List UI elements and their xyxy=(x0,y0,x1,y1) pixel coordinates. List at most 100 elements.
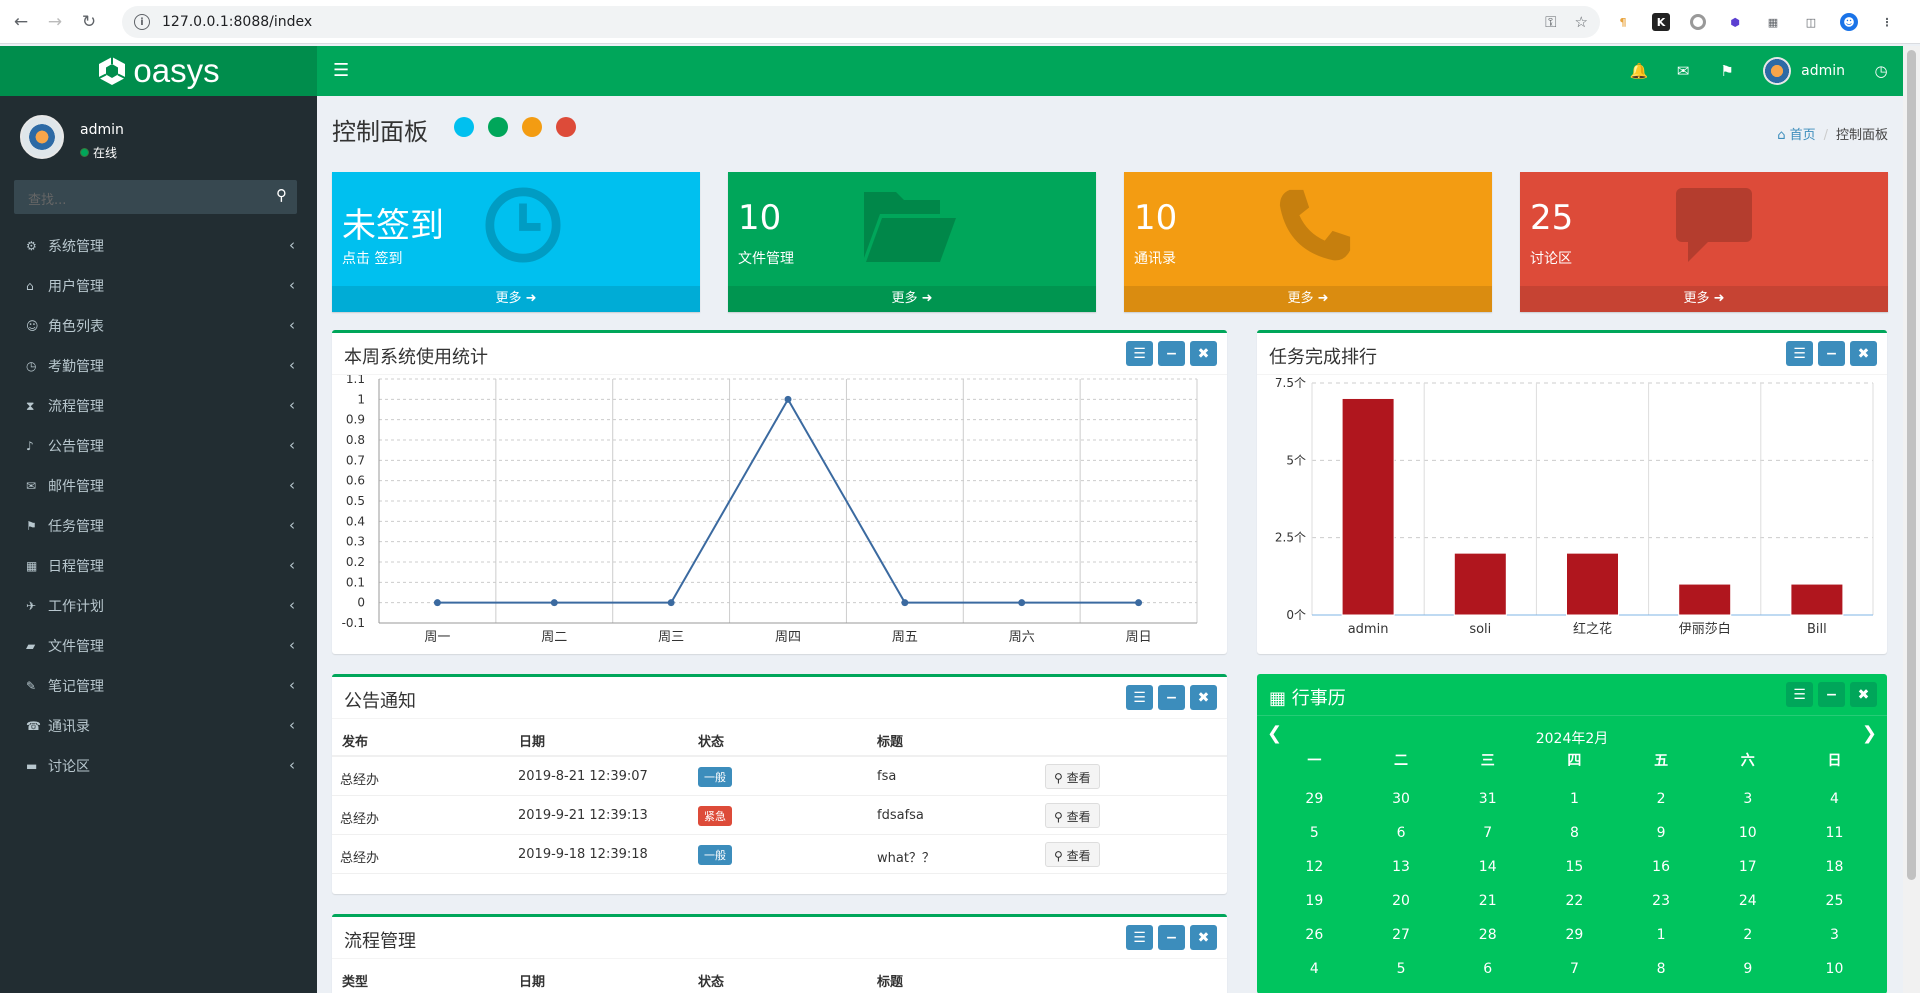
sidebar-item-8[interactable]: ▦ 日程管理 ‹ xyxy=(0,546,317,586)
calendar-day[interactable]: 21 xyxy=(1444,884,1531,918)
close-icon[interactable]: ✖ xyxy=(1190,685,1217,710)
menu-dots-icon[interactable]: ⋮ xyxy=(1878,13,1896,31)
user-menu[interactable]: admin xyxy=(1749,57,1859,85)
theme-color-dot[interactable] xyxy=(454,117,474,137)
menu-icon[interactable]: ☰ xyxy=(1126,925,1153,950)
calendar-month[interactable]: 2024年2月 xyxy=(1257,728,1887,748)
scrollbar-thumb[interactable] xyxy=(1907,50,1916,880)
envelope-icon[interactable]: ✉ xyxy=(1661,62,1705,80)
calendar-day[interactable]: 1 xyxy=(1618,918,1705,952)
extension-k-icon[interactable]: K xyxy=(1652,13,1670,31)
minimize-icon[interactable]: − xyxy=(1818,682,1845,707)
menu-icon[interactable]: ☰ xyxy=(1126,685,1153,710)
calendar-day[interactable]: 31 xyxy=(1444,782,1531,816)
calendar-day[interactable]: 18 xyxy=(1791,850,1878,884)
sidebar-item-5[interactable]: ♪ 公告管理 ‹ xyxy=(0,426,317,466)
minimize-icon[interactable]: − xyxy=(1158,341,1185,366)
sidebar-item-6[interactable]: ✉ 邮件管理 ‹ xyxy=(0,466,317,506)
back-icon[interactable]: ← xyxy=(8,9,34,35)
card-more-link[interactable]: 更多 ➜ xyxy=(1124,286,1492,312)
theme-color-dot[interactable] xyxy=(522,117,542,137)
calendar-day[interactable]: 3 xyxy=(1704,782,1791,816)
theme-color-dot[interactable] xyxy=(556,117,576,137)
extensions-icon[interactable]: ▦ xyxy=(1764,13,1782,31)
minimize-icon[interactable]: − xyxy=(1158,685,1185,710)
next-month-icon[interactable]: ❯ xyxy=(1862,723,1877,744)
calendar-day[interactable]: 3 xyxy=(1791,918,1878,952)
calendar-day[interactable]: 2 xyxy=(1704,918,1791,952)
calendar-day[interactable]: 17 xyxy=(1704,850,1791,884)
star-icon[interactable]: ☆ xyxy=(1575,13,1588,31)
calendar-day[interactable]: 7 xyxy=(1444,816,1531,850)
calendar-day[interactable]: 4 xyxy=(1271,952,1358,986)
calendar-day[interactable]: 6 xyxy=(1444,952,1531,986)
calendar-day[interactable]: 26 xyxy=(1271,918,1358,952)
calendar-day[interactable]: 4 xyxy=(1791,782,1878,816)
sidebar-item-7[interactable]: ⚑ 任务管理 ‹ xyxy=(0,506,317,546)
calendar-day[interactable]: 9 xyxy=(1704,952,1791,986)
sidebar-item-1[interactable]: ⌂ 用户管理 ‹ xyxy=(0,266,317,306)
calendar-day[interactable]: 29 xyxy=(1271,782,1358,816)
calendar-day[interactable]: 15 xyxy=(1531,850,1618,884)
sidebar-item-9[interactable]: ✈ 工作计划 ‹ xyxy=(0,586,317,626)
calendar-day[interactable]: 24 xyxy=(1704,884,1791,918)
extension-pilcrow-icon[interactable]: ¶ xyxy=(1614,13,1632,31)
calendar-day[interactable]: 27 xyxy=(1358,918,1445,952)
calendar-day[interactable]: 10 xyxy=(1791,952,1878,986)
calendar-day[interactable]: 19 xyxy=(1271,884,1358,918)
app-logo[interactable]: oasys xyxy=(0,46,317,96)
calendar-day[interactable]: 12 xyxy=(1271,850,1358,884)
sidebar-item-13[interactable]: ▬ 讨论区 ‹ xyxy=(0,746,317,786)
calendar-day[interactable]: 11 xyxy=(1791,816,1878,850)
search-icon[interactable]: ⚲ xyxy=(276,186,287,204)
close-icon[interactable]: ✖ xyxy=(1190,925,1217,950)
calendar-day[interactable]: 23 xyxy=(1618,884,1705,918)
site-info-icon[interactable]: i xyxy=(134,14,150,30)
calendar-day[interactable]: 30 xyxy=(1358,782,1445,816)
menu-icon[interactable]: ☰ xyxy=(1786,682,1813,707)
sidebar-toggle-icon[interactable]: ☰ xyxy=(333,60,349,81)
view-button[interactable]: ⚲ 查看 xyxy=(1045,803,1100,828)
sidebar-item-12[interactable]: ☎ 通讯录 ‹ xyxy=(0,706,317,746)
minimize-icon[interactable]: − xyxy=(1158,925,1185,950)
card-more-link[interactable]: 更多 ➜ xyxy=(728,286,1096,312)
calendar-day[interactable]: 9 xyxy=(1618,816,1705,850)
menu-icon[interactable]: ☰ xyxy=(1126,341,1153,366)
card-label[interactable]: 点击 签到 xyxy=(342,248,402,268)
key-icon[interactable]: ⚿ xyxy=(1545,13,1556,31)
sidepanel-icon[interactable]: ◫ xyxy=(1802,13,1820,31)
menu-icon[interactable]: ☰ xyxy=(1786,341,1813,366)
forward-icon[interactable]: → xyxy=(42,9,68,35)
sidebar-item-4[interactable]: ⧗ 流程管理 ‹ xyxy=(0,386,317,426)
extension-puzzle-badge-icon[interactable]: ⬢ xyxy=(1726,13,1744,31)
close-icon[interactable]: ✖ xyxy=(1850,682,1877,707)
card-more-link[interactable]: 更多 ➜ xyxy=(1520,286,1888,312)
sidebar-item-11[interactable]: ✎ 笔记管理 ‹ xyxy=(0,666,317,706)
calendar-day[interactable]: 7 xyxy=(1531,952,1618,986)
calendar-day[interactable]: 28 xyxy=(1444,918,1531,952)
close-icon[interactable]: ✖ xyxy=(1190,341,1217,366)
reload-icon[interactable]: ↻ xyxy=(76,9,102,35)
history-icon[interactable]: ◷ xyxy=(1859,62,1903,80)
calendar-day[interactable]: 13 xyxy=(1358,850,1445,884)
sidebar-item-2[interactable]: ☺ 角色列表 ‹ xyxy=(0,306,317,346)
calendar-day[interactable]: 8 xyxy=(1618,952,1705,986)
view-button[interactable]: ⚲ 查看 xyxy=(1045,764,1100,789)
minimize-icon[interactable]: − xyxy=(1818,341,1845,366)
calendar-day[interactable]: 10 xyxy=(1704,816,1791,850)
breadcrumb-home[interactable]: ⌂ 首页 xyxy=(1777,128,1815,143)
calendar-day[interactable]: 16 xyxy=(1618,850,1705,884)
calendar-day[interactable]: 22 xyxy=(1531,884,1618,918)
extension-circle-icon[interactable] xyxy=(1690,14,1706,30)
profile-icon[interactable]: ☻ xyxy=(1840,13,1858,31)
theme-color-dot[interactable] xyxy=(488,117,508,137)
calendar-day[interactable]: 8 xyxy=(1531,816,1618,850)
sidebar-item-0[interactable]: ⚙ 系统管理 ‹ xyxy=(0,226,317,266)
bell-icon[interactable]: 🔔 xyxy=(1617,62,1661,80)
calendar-day[interactable]: 1 xyxy=(1531,782,1618,816)
search-input[interactable]: 查找... ⚲ xyxy=(14,180,297,214)
calendar-day[interactable]: 2 xyxy=(1618,782,1705,816)
calendar-day[interactable]: 14 xyxy=(1444,850,1531,884)
close-icon[interactable]: ✖ xyxy=(1850,341,1877,366)
calendar-day[interactable]: 5 xyxy=(1358,952,1445,986)
